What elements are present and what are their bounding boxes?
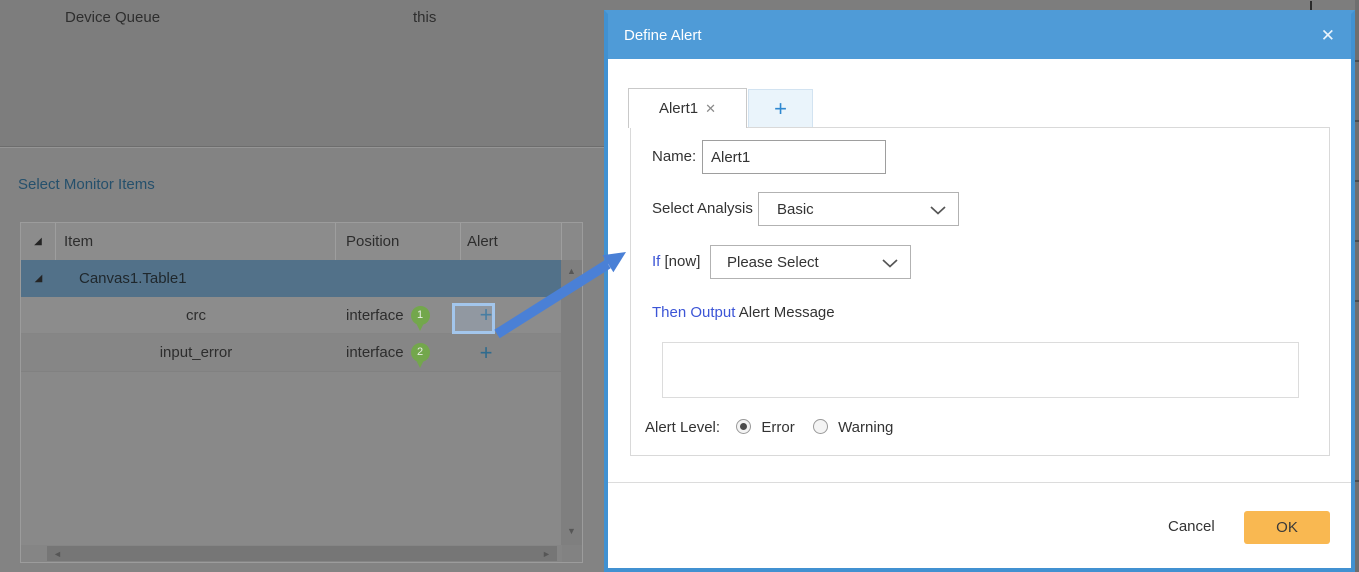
table-row[interactable]: input_error interface 2 + bbox=[21, 334, 562, 372]
expander-icon: ◢ bbox=[34, 272, 43, 284]
row-expander[interactable]: ◢ bbox=[21, 272, 56, 284]
edge-tick bbox=[1355, 480, 1359, 482]
group-item-label: Canvas1.Table1 bbox=[79, 270, 187, 287]
column-header-item[interactable]: Item bbox=[56, 223, 336, 260]
dialog-body: Alert1 ✕ + Name: Select Analysis Basic I… bbox=[608, 59, 1351, 568]
map-pin-icon: 1 bbox=[410, 305, 430, 331]
horizontal-scrollbar-track[interactable]: ◄ ► bbox=[47, 546, 557, 561]
highlight-box bbox=[452, 303, 495, 334]
position-label: interface bbox=[346, 306, 404, 324]
tab-content-panel bbox=[630, 127, 1330, 456]
position-cell: interface 2 bbox=[336, 343, 461, 368]
tab-close-icon[interactable]: ✕ bbox=[705, 101, 716, 117]
edge-tick bbox=[1355, 240, 1359, 242]
edge-tick bbox=[1355, 300, 1359, 302]
add-alert-button[interactable]: + bbox=[467, 341, 505, 363]
scroll-down-icon[interactable]: ▼ bbox=[561, 526, 582, 536]
tab-alert1[interactable]: Alert1 ✕ bbox=[628, 88, 747, 128]
item-cell: input_error bbox=[159, 344, 233, 361]
ok-button[interactable]: OK bbox=[1244, 511, 1330, 544]
horizontal-scrollbar[interactable]: ◄ ► bbox=[21, 545, 562, 562]
tab-label: Alert1 bbox=[658, 100, 699, 117]
cancel-button[interactable]: Cancel bbox=[1168, 518, 1215, 535]
scroll-left-icon[interactable]: ◄ bbox=[47, 549, 68, 559]
device-queue-label: Device Queue bbox=[65, 9, 161, 26]
define-alert-dialog: Define Alert ✕ Alert1 ✕ + Name: Select A… bbox=[604, 10, 1355, 572]
dialog-title: Define Alert bbox=[624, 27, 702, 44]
dialog-titlebar: Define Alert ✕ bbox=[608, 14, 1351, 59]
edge-tick bbox=[1355, 180, 1359, 182]
background-scrollbar-edge bbox=[1355, 0, 1359, 572]
table-row-group[interactable]: ◢ Canvas1.Table1 bbox=[21, 260, 562, 297]
scrollbar-corner bbox=[562, 545, 582, 562]
expander-icon: ◢ bbox=[34, 235, 42, 247]
edge-tick bbox=[1355, 60, 1359, 62]
close-icon[interactable]: ✕ bbox=[1321, 14, 1335, 57]
footer-divider bbox=[608, 482, 1351, 483]
map-pin-icon: 2 bbox=[410, 343, 430, 368]
edge-tick bbox=[1355, 120, 1359, 122]
item-cell: crc bbox=[186, 306, 206, 324]
this-label: this bbox=[413, 9, 437, 26]
monitor-items-table: ◢ Item Position Alert ◢ Canvas1.Table1 c… bbox=[20, 222, 583, 563]
collapse-all-header[interactable]: ◢ bbox=[21, 223, 56, 260]
section-title: Select Monitor Items bbox=[18, 176, 155, 193]
scroll-right-icon[interactable]: ► bbox=[536, 549, 557, 559]
position-label: interface bbox=[346, 344, 404, 361]
background-mark bbox=[1310, 1, 1312, 10]
table-header-row: ◢ Item Position Alert bbox=[21, 223, 562, 261]
scroll-up-icon[interactable]: ▲ bbox=[561, 266, 582, 276]
position-cell: interface 1 bbox=[336, 305, 461, 331]
screen: Device Queue this Select Monitor Items ◢… bbox=[0, 0, 1359, 572]
vertical-scrollbar[interactable]: ▲ ▼ bbox=[561, 260, 582, 545]
add-tab-button[interactable]: + bbox=[748, 89, 813, 127]
column-header-position[interactable]: Position bbox=[336, 223, 461, 260]
column-header-alert[interactable]: Alert bbox=[461, 223, 562, 260]
alert-cell: + bbox=[461, 341, 562, 363]
